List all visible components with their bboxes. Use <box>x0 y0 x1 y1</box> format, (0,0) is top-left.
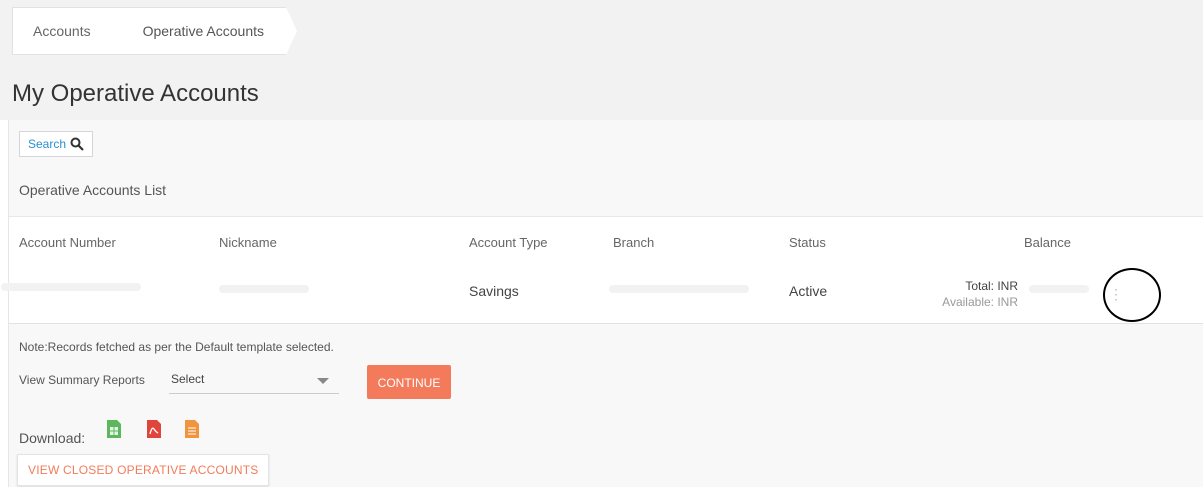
accounts-list-title: Operative Accounts List <box>19 182 167 198</box>
summary-select-value: Select <box>171 372 205 386</box>
continue-button[interactable]: CONTINUE <box>367 365 451 399</box>
records-note: Note:Records fetched as per the Default … <box>19 340 334 354</box>
summary-reports-select[interactable]: Select <box>169 368 339 394</box>
column-account-number: Account Number <box>19 235 116 250</box>
column-status: Status <box>789 235 826 250</box>
pdf-icon[interactable] <box>147 420 161 438</box>
summary-reports-label: View Summary Reports <box>19 373 145 387</box>
search-icon <box>70 137 84 151</box>
branch-value <box>609 285 749 293</box>
column-nickname: Nickname <box>219 235 277 250</box>
account-type-value: Savings <box>469 283 519 299</box>
chevron-down-icon <box>317 378 329 384</box>
csv-icon[interactable] <box>185 420 199 438</box>
balance-available: Available: INR <box>942 295 1018 309</box>
accounts-panel: Search Operative Accounts List Account N… <box>1 120 1203 487</box>
column-branch: Branch <box>613 235 655 250</box>
table-header: Account Number Nickname Account Type Bra… <box>9 216 1203 266</box>
search-button[interactable]: Search <box>19 131 94 157</box>
breadcrumb: Accounts Operative Accounts <box>12 7 298 55</box>
search-label: Search <box>28 137 67 151</box>
nickname-value <box>219 285 309 293</box>
column-account-type: Account Type <box>469 235 548 250</box>
page-title: My Operative Accounts <box>12 80 259 107</box>
download-label: Download: <box>19 430 86 446</box>
breadcrumb-item-accounts[interactable]: Accounts <box>12 7 124 55</box>
column-balance: Balance <box>1024 235 1071 250</box>
annotation-circle <box>1103 268 1161 322</box>
excel-icon[interactable] <box>107 420 121 438</box>
status-value: Active <box>789 283 828 299</box>
account-number-value <box>1 283 141 291</box>
table-row[interactable]: Savings Active Total: INR Available: INR… <box>1 265 1203 324</box>
breadcrumb-item-operative-accounts: Operative Accounts <box>112 7 298 55</box>
view-closed-accounts-button[interactable]: VIEW CLOSED OPERATIVE ACCOUNTS <box>17 454 270 486</box>
balance-amount-redacted <box>1029 285 1089 293</box>
balance-total: Total: INR <box>965 279 1018 293</box>
